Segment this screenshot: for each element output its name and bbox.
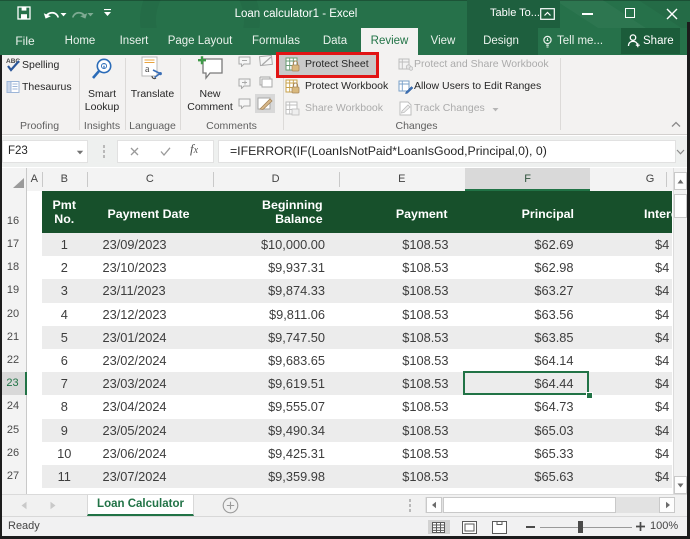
svg-text:a: a bbox=[145, 64, 150, 75]
